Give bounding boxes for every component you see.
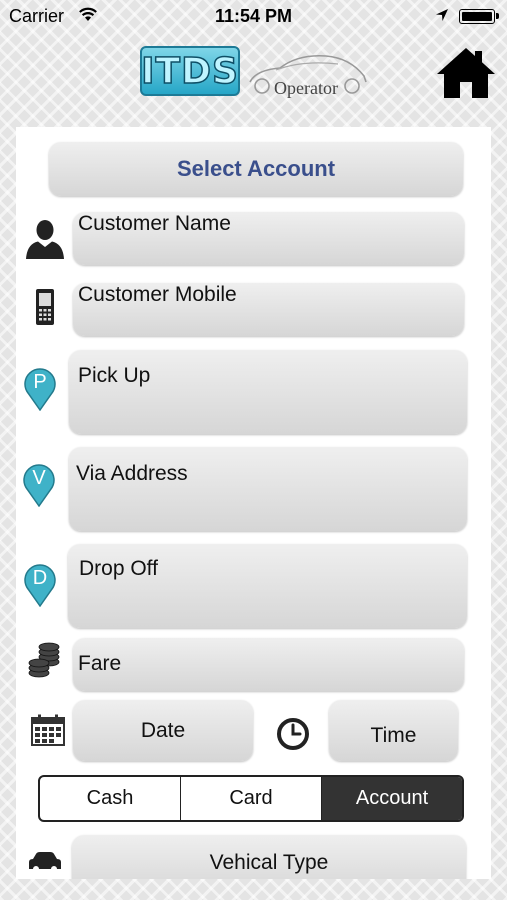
date-label: Date (140, 718, 186, 742)
status-bar: Carrier 11:54 PM (0, 0, 507, 32)
dropoff-pin-icon: D (24, 563, 56, 607)
via-address-field[interactable]: Via Address (69, 447, 467, 531)
payment-cash-label: Cash (86, 787, 134, 809)
payment-segmented-control: Cash Card Account (38, 775, 464, 822)
pick-up-field[interactable]: Pick Up (69, 350, 467, 434)
booking-form: Select Account Customer Name Customer Mo… (16, 127, 491, 879)
operator-logo: Operator (246, 48, 370, 100)
time-button[interactable]: Time (329, 700, 458, 761)
mobile-phone-icon (35, 288, 55, 331)
car-icon (27, 851, 63, 876)
select-account-button[interactable]: Select Account (49, 142, 463, 196)
operator-text: Operator (274, 78, 338, 98)
coins-icon (27, 642, 61, 683)
payment-card-label: Card (229, 787, 273, 809)
vehicle-type-label: Vehical Type (209, 851, 329, 874)
fare-field[interactable]: Fare (73, 638, 464, 691)
payment-account-segment[interactable]: Account (322, 777, 462, 820)
dropoff-pin-letter: D (32, 567, 48, 589)
customer-mobile-placeholder: Customer Mobile (78, 283, 237, 306)
payment-account-label: Account (355, 787, 429, 809)
date-button[interactable]: Date (73, 700, 253, 761)
customer-name-field[interactable]: Customer Name (73, 212, 464, 265)
home-icon (437, 48, 495, 98)
fare-placeholder: Fare (78, 652, 122, 675)
pickup-pin-letter: P (33, 371, 47, 393)
payment-card-segment[interactable]: Card (181, 777, 322, 820)
pick-up-placeholder: Pick Up (78, 364, 151, 387)
calendar-icon (31, 714, 65, 751)
time-label: Time (370, 723, 417, 747)
vehicle-type-button[interactable]: Vehical Type (72, 835, 466, 879)
clock-icon (276, 717, 310, 756)
via-pin-letter: V (32, 467, 46, 489)
location-arrow-icon (435, 8, 449, 27)
customer-mobile-field[interactable]: Customer Mobile (73, 283, 464, 336)
customer-name-placeholder: Customer Name (78, 212, 231, 235)
logo-text: ITDS (140, 50, 239, 93)
drop-off-field[interactable]: Drop Off (68, 544, 467, 628)
via-pin-icon: V (23, 463, 55, 507)
clock-label: 11:54 PM (214, 6, 293, 26)
pickup-pin-icon: P (24, 367, 56, 411)
payment-cash-segment[interactable]: Cash (40, 777, 181, 820)
home-button[interactable] (435, 46, 497, 100)
battery-icon (459, 9, 499, 24)
drop-off-placeholder: Drop Off (79, 557, 158, 580)
via-address-placeholder: Via Address (76, 462, 188, 485)
select-account-label: Select Account (176, 156, 336, 181)
itds-logo: ITDS (140, 46, 240, 96)
person-icon (24, 217, 66, 264)
